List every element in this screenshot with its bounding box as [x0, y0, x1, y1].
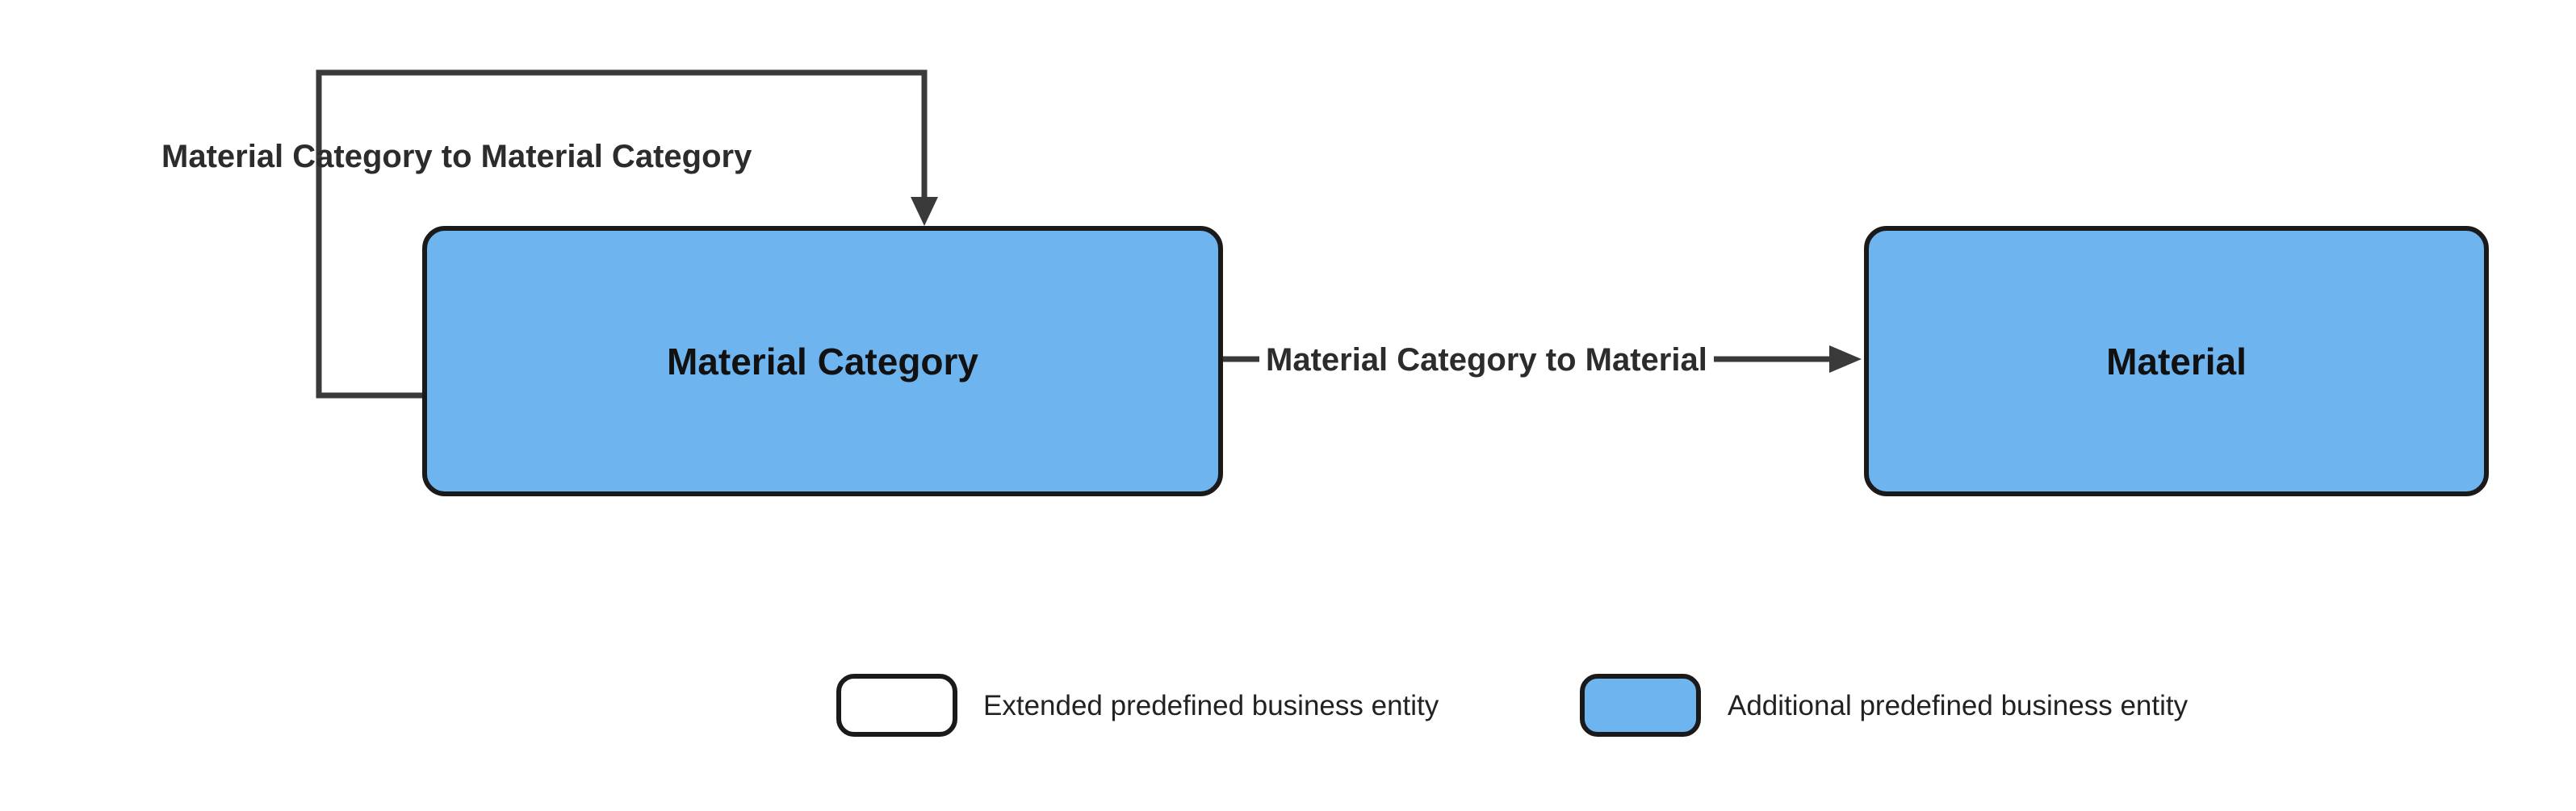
legend-label-extended: Extended predefined business entity [983, 690, 1439, 722]
entity-material-category: Material Category [422, 226, 1223, 496]
relationship-to-material-label: Material Category to Material [1259, 342, 1714, 378]
legend-swatch-additional [1580, 674, 1701, 737]
relationship-self-label: Material Category to Material Category [161, 139, 752, 175]
entity-material-label: Material [2106, 340, 2247, 383]
entity-material: Material [1864, 226, 2489, 496]
legend-label-additional: Additional predefined business entity [1728, 690, 2188, 722]
entity-material-category-label: Material Category [667, 340, 978, 383]
entity-relationship-diagram: Material Category Material Material Cate… [0, 0, 2576, 811]
legend-swatch-extended [836, 674, 957, 737]
